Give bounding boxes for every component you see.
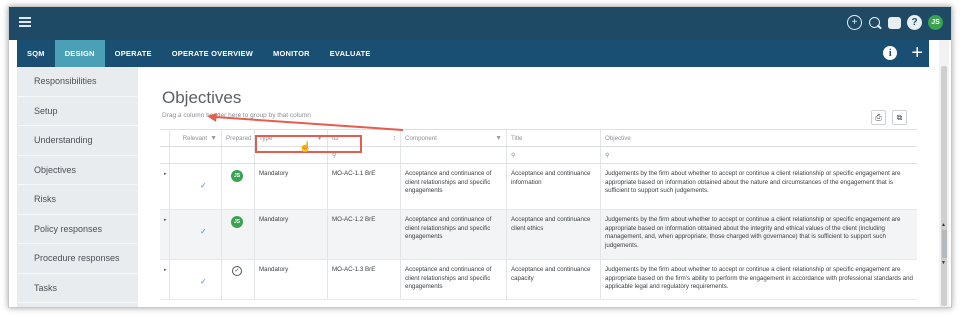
title-cell: Acceptance and continuance information: [507, 164, 601, 209]
tab-sqm[interactable]: SQM: [17, 40, 55, 67]
filter-icon[interactable]: ▼: [210, 135, 217, 142]
page-title: Objectives: [162, 88, 242, 107]
table-row[interactable]: ▸ ✓ ✓ Mandatory MO-AC-1.3 BrE Acceptance…: [160, 260, 917, 300]
check-icon: ✓: [200, 181, 207, 190]
tab-evaluate[interactable]: EVALUATE: [320, 40, 381, 67]
chevron-right-icon[interactable]: ▸: [164, 266, 167, 275]
row-expander[interactable]: ▸: [160, 164, 170, 209]
filter-cell-empty: [222, 147, 255, 163]
chat-icon[interactable]: [888, 16, 901, 29]
relevant-cell[interactable]: ✓: [170, 210, 222, 259]
filter-cell-empty: [160, 147, 170, 163]
check-icon: ✓: [200, 277, 207, 286]
sidebar-item-procedure-responses[interactable]: Procedure responses: [17, 244, 138, 274]
info-icon[interactable]: i: [883, 46, 898, 60]
component-cell: Acceptance and continuance of client rel…: [401, 210, 507, 259]
prepared-cell: JS: [222, 164, 255, 209]
objective-cell: Judgements by the firm about whether to …: [605, 170, 901, 195]
hand-cursor-icon: ☝: [299, 142, 312, 153]
app-window: + ? JS SQM DESIGN OPERATE OPERATE OVERVI…: [8, 6, 952, 308]
objective-cell: Judgements by the firm about whether to …: [605, 266, 913, 291]
top-bar: + ? JS: [9, 7, 951, 40]
component-cell: Acceptance and continuance of client rel…: [401, 260, 507, 299]
nav-actions: i +: [883, 43, 923, 63]
sidebar: Responsibilities Setup Understanding Obj…: [17, 67, 138, 307]
component-filter-input[interactable]: [401, 147, 507, 163]
sidebar-item-understanding[interactable]: Understanding: [17, 126, 138, 156]
add-circle-icon[interactable]: +: [847, 15, 862, 30]
search-icon[interactable]: [868, 16, 882, 30]
search-icon: ⚲: [605, 152, 610, 159]
sidebar-item-tasks[interactable]: Tasks: [17, 274, 138, 303]
chevron-right-icon[interactable]: ▸: [164, 170, 167, 179]
copy-button[interactable]: ⧉: [892, 110, 907, 125]
expand-column-header: [160, 130, 170, 146]
grid-scrollbar[interactable]: ▲ ▼: [941, 222, 948, 267]
column-header-title[interactable]: Title: [507, 130, 601, 146]
objective-filter-input[interactable]: ⚲: [601, 147, 917, 163]
main-nav: SQM DESIGN OPERATE OPERATE OVERVIEW MONI…: [17, 40, 929, 67]
tab-monitor[interactable]: MONITOR: [263, 40, 320, 67]
avatar: JS: [231, 170, 243, 182]
table-row[interactable]: ▸ ✓ JS Mandatory MO-AC-1.2 BrE Acceptanc…: [160, 210, 917, 260]
tab-design[interactable]: DESIGN: [54, 40, 105, 67]
sidebar-item-risks[interactable]: Risks: [17, 185, 138, 215]
relevant-cell[interactable]: ✓: [170, 260, 222, 299]
prepared-cell: ✓: [222, 260, 255, 299]
row-expander[interactable]: ▸: [160, 210, 170, 259]
column-header-objective[interactable]: Objective: [601, 130, 917, 146]
objectives-grid: Relevant ▼ Prepared Type ▼ ID ↕ Component ▼ …: [160, 129, 917, 300]
prepared-cell: JS: [222, 210, 255, 259]
sidebar-item-responsibilities[interactable]: Responsibilities: [17, 67, 138, 97]
component-cell: Acceptance and continuance of client rel…: [401, 164, 507, 209]
filter-icon[interactable]: ▼: [495, 135, 502, 142]
title-cell: Acceptance and continuance client ethics: [507, 210, 601, 259]
id-cell: MO-AC-1.1 BrE: [328, 164, 401, 209]
tab-operate-overview[interactable]: OPERATE OVERVIEW: [162, 40, 263, 67]
top-bar-icons: + ? JS: [847, 15, 943, 30]
search-icon: ⚲: [511, 152, 516, 159]
objective-cell: Judgements by the firm about whether to …: [605, 216, 901, 249]
sidebar-item-policy-responses[interactable]: Policy responses: [17, 215, 138, 244]
type-cell: Mandatory: [255, 210, 328, 259]
main-content: Objectives Drag a column header here to …: [138, 67, 929, 307]
table-row[interactable]: ▸ ✓ JS Mandatory MO-AC-1.1 BrE Acceptanc…: [160, 164, 917, 210]
sidebar-item-setup[interactable]: Setup: [17, 97, 138, 126]
circle-check-icon: ✓: [232, 266, 242, 276]
hamburger-menu-icon[interactable]: [19, 17, 31, 27]
id-cell: MO-AC-1.2 BrE: [328, 210, 401, 259]
title-filter-input[interactable]: ⚲: [507, 147, 601, 163]
sidebar-item-objectives[interactable]: Objectives: [17, 156, 138, 185]
title-cell: Acceptance and continuance capacity: [507, 260, 601, 299]
type-cell: Mandatory: [255, 164, 328, 209]
relevant-cell[interactable]: ✓: [170, 164, 222, 209]
filter-cell-empty: [170, 147, 222, 163]
check-icon: ✓: [200, 227, 207, 236]
type-cell: Mandatory: [255, 260, 328, 299]
add-icon[interactable]: +: [911, 43, 923, 63]
column-header-component[interactable]: Component ▼: [401, 130, 507, 146]
annotation-arrow-icon: [207, 113, 404, 131]
chevron-right-icon[interactable]: ▸: [164, 216, 167, 225]
user-avatar[interactable]: JS: [928, 15, 943, 30]
export-pdf-button[interactable]: ⎙: [871, 110, 886, 125]
sort-icon[interactable]: ↕: [393, 135, 397, 142]
row-expander[interactable]: ▸: [160, 260, 170, 299]
help-icon[interactable]: ?: [907, 15, 922, 30]
tab-operate[interactable]: OPERATE: [105, 40, 162, 67]
id-cell: MO-AC-1.3 BrE: [328, 260, 401, 299]
page-scrollbar[interactable]: [939, 40, 949, 307]
avatar: JS: [231, 216, 243, 228]
